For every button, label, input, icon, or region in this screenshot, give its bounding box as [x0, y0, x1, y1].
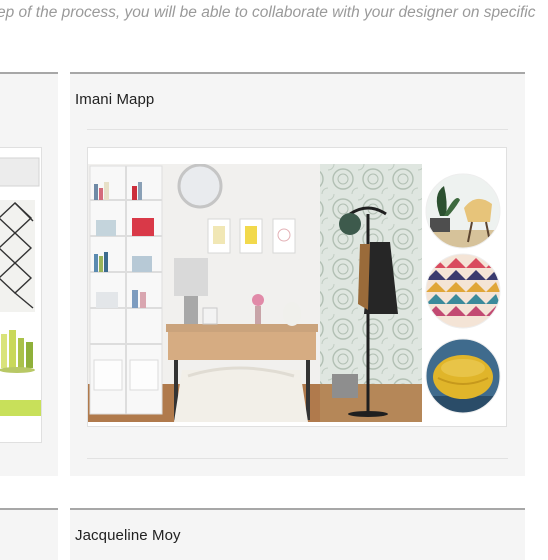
card-divider-top [87, 129, 508, 130]
designer-card: Imani Mapp [70, 72, 525, 476]
intro-sentence: ep of the process, you will be able to c… [0, 4, 536, 21]
designer-name[interactable]: Imani Mapp [75, 91, 154, 108]
moodboard-partial-frame[interactable] [0, 147, 42, 443]
moodboard-frame[interactable] [87, 147, 507, 427]
moodboard-partial-image [0, 148, 41, 442]
designer-name-next[interactable]: Jacqueline Moy [75, 527, 181, 544]
moodboard-image [88, 164, 501, 422]
designer-card-partial [0, 72, 58, 476]
intro-text: ep of the process, you will be able to c… [0, 0, 548, 28]
card-divider-bottom [87, 458, 508, 459]
designer-card-partial-next [0, 508, 58, 560]
lime-accent-bar [0, 400, 41, 416]
designer-card-next: Jacqueline Moy [70, 508, 525, 560]
